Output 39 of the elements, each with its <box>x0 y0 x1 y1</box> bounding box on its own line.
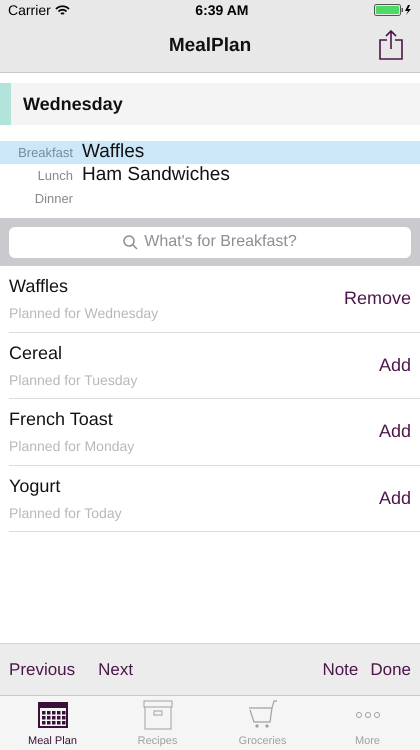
item-subtitle: Planned for Tuesday <box>9 370 138 390</box>
item-subtitle: Planned for Wednesday <box>9 304 158 324</box>
meal-value: Waffles <box>82 140 144 164</box>
action-button[interactable]: Add <box>378 484 411 512</box>
toolbar-button[interactable]: Previous <box>9 656 76 682</box>
action-button[interactable]: Remove <box>344 285 411 312</box>
status-time: 6:39 AM <box>195 0 248 20</box>
item-name: Waffles <box>9 275 70 298</box>
tab-item[interactable]: Meal Plan <box>0 696 105 750</box>
calendar-icon <box>38 702 68 728</box>
meal-label: Breakfast <box>17 144 73 162</box>
search-placeholder: What's for Breakfast? <box>144 232 297 252</box>
action-button[interactable]: Add <box>378 418 411 446</box>
day-title: Wednesday <box>23 92 123 116</box>
toolbar-button[interactable]: Note <box>322 656 358 682</box>
cart-icon <box>248 700 278 730</box>
meal-label: Dinner <box>34 190 73 208</box>
battery-icon <box>374 4 412 16</box>
meal-row[interactable]: Breakfast Waffles <box>0 141 420 164</box>
item-name: Yogurt <box>9 474 62 498</box>
meal-row[interactable]: Dinner <box>0 187 420 210</box>
item-subtitle: Planned for Monday <box>9 437 134 456</box>
wifi-icon <box>54 4 70 16</box>
toolbar-button[interactable]: Done <box>370 656 411 682</box>
more-icon <box>354 710 380 718</box>
item-subtitle: Planned for Today <box>9 504 122 523</box>
box-icon <box>142 700 172 730</box>
meal-row[interactable]: Lunch Ham Sandwiches <box>0 164 420 187</box>
toolbar-button[interactable]: Next <box>98 656 134 682</box>
meal-value: Ham Sandwiches <box>82 163 230 188</box>
meal-label: Lunch <box>36 166 73 185</box>
nav-title: MealPlan <box>168 34 252 58</box>
accent-bar <box>0 83 11 125</box>
action-button[interactable]: Add <box>378 352 411 379</box>
item-name: French Toast <box>9 408 114 432</box>
share-icon[interactable] <box>379 30 403 60</box>
carrier-label: Carrier <box>8 0 51 20</box>
item-name: Cereal <box>9 342 64 365</box>
search-icon <box>123 234 138 250</box>
